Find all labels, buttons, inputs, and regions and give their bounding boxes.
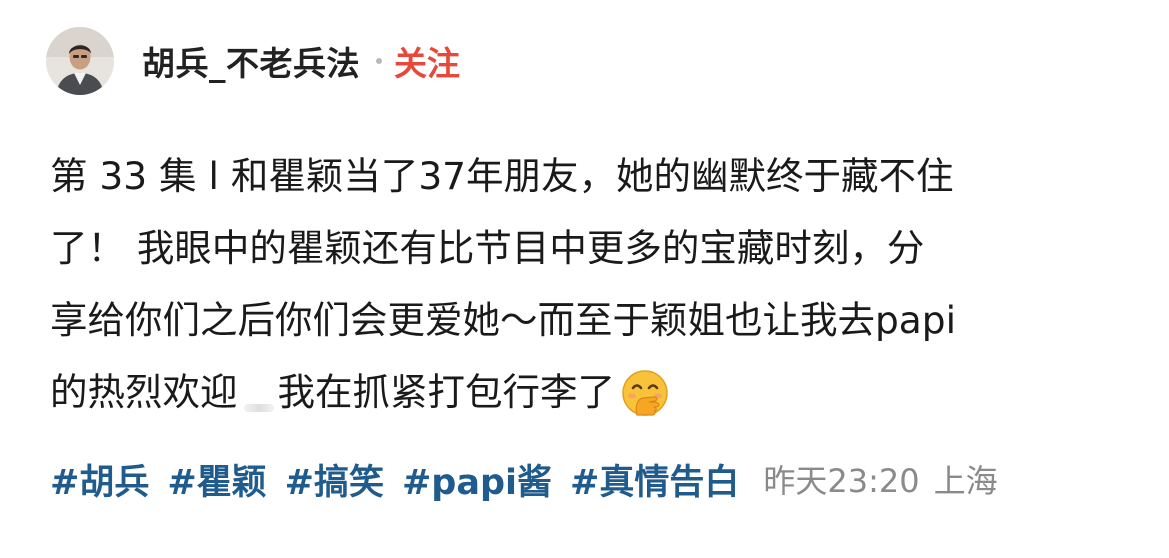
- post-footer: #胡兵 #瞿颖 #搞笑 #papi酱 #真情告白 昨天23:20 上海: [50, 450, 998, 508]
- body-line-2: 了！ 我眼中的瞿颖还有比节目中更多的宝藏时刻，分: [50, 226, 925, 270]
- post-header: 胡兵_不老兵法 关注: [46, 27, 460, 95]
- post-time: 昨天23:20: [763, 462, 920, 500]
- avatar-image: [46, 27, 114, 95]
- face-with-hand-over-mouth-icon: [621, 368, 669, 416]
- separator-dot: [376, 58, 382, 64]
- post-location: 上海: [933, 462, 998, 500]
- body-line-3: 享给你们之后你们会更爱她～而至于颖姐也让我去papi: [50, 298, 957, 342]
- author-name[interactable]: 胡兵_不老兵法: [142, 37, 360, 85]
- hashtag-quying[interactable]: #瞿颖: [167, 454, 266, 505]
- body-line-4-part-1: 的热烈欢迎: [50, 370, 238, 414]
- hashtag-hubing[interactable]: #胡兵: [50, 454, 149, 505]
- avatar[interactable]: [46, 27, 114, 95]
- hashtag-true-confession[interactable]: #真情告白: [570, 454, 739, 505]
- hashtag-papijiang[interactable]: #papi酱: [402, 454, 552, 505]
- body-line-1: 第 33 集 l 和瞿颖当了37年朋友，她的幽默终于藏不住: [50, 154, 954, 198]
- blurred-mark: [243, 404, 274, 412]
- follow-button[interactable]: 关注: [394, 37, 460, 85]
- weibo-post: 胡兵_不老兵法 关注 第 33 集 l 和瞿颖当了37年朋友，她的幽默终于藏不住…: [0, 0, 1169, 558]
- body-line-4: 的热烈欢迎 我在抓紧打包行李了: [50, 356, 1130, 428]
- body-line-4-part-2: 我在抓紧打包行李了: [277, 370, 616, 414]
- hashtag-funny[interactable]: #搞笑: [285, 454, 384, 505]
- post-body: 第 33 集 l 和瞿颖当了37年朋友，她的幽默终于藏不住 了！ 我眼中的瞿颖还…: [50, 140, 1130, 428]
